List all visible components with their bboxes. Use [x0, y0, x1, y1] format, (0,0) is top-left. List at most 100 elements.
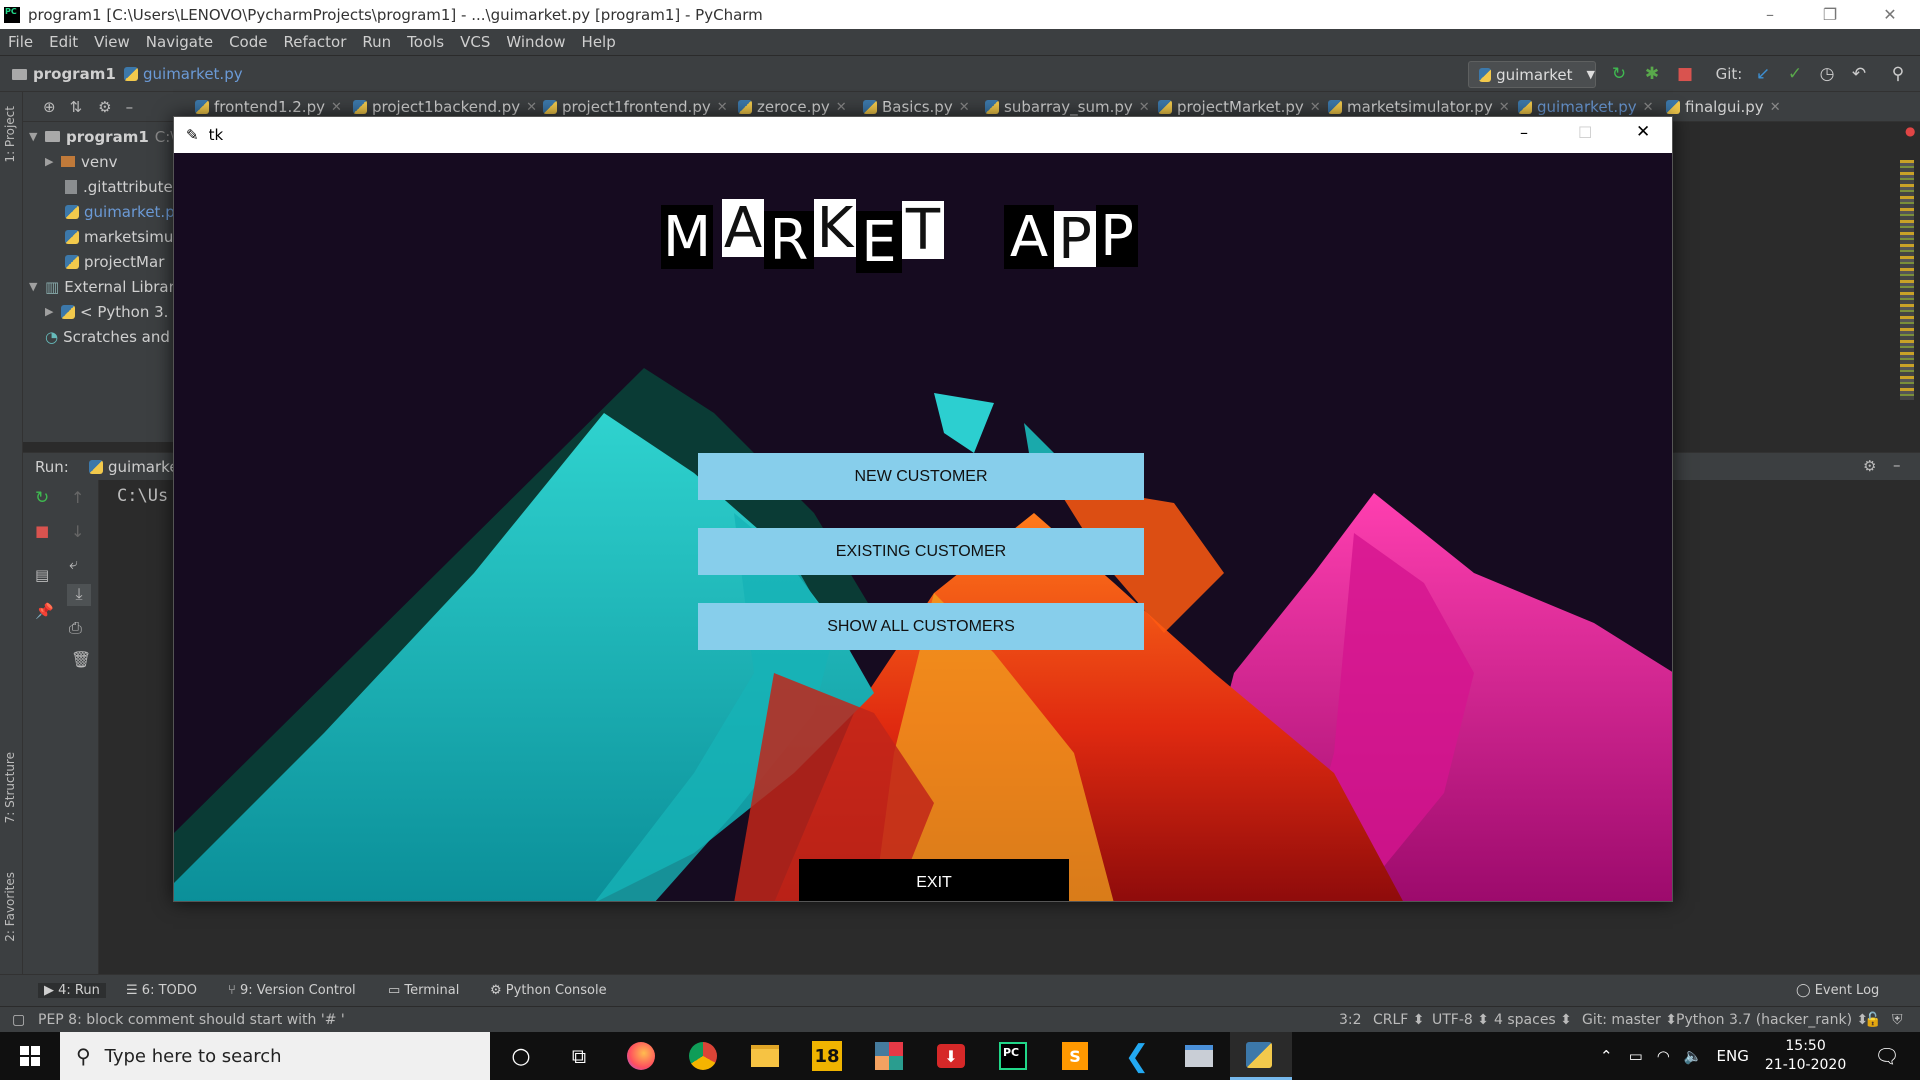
- exit-button[interactable]: EXIT: [799, 859, 1069, 901]
- python-tk-taskbar-icon[interactable]: [1230, 1032, 1292, 1080]
- menu-file[interactable]: File: [8, 33, 33, 51]
- chrome-icon[interactable]: [672, 1032, 734, 1080]
- menu-view[interactable]: View: [94, 33, 130, 51]
- git-update-icon[interactable]: ↙: [1754, 65, 1772, 83]
- menu-code[interactable]: Code: [229, 33, 267, 51]
- notifications-icon[interactable]: 🗨: [1874, 1044, 1899, 1068]
- tab-version-control[interactable]: ⑂ 9: Version Control: [228, 983, 356, 998]
- memory-icon[interactable]: ⛨: [1892, 1012, 1903, 1028]
- menu-refactor[interactable]: Refactor: [283, 33, 346, 51]
- search-icon[interactable]: ⚲: [1889, 65, 1907, 83]
- editor-tab[interactable]: project1frontend.py ✕: [543, 98, 728, 116]
- menu-tools[interactable]: Tools: [407, 33, 444, 51]
- down-arrow-icon[interactable]: ↓: [71, 522, 84, 541]
- pycharm-taskbar-icon[interactable]: PC: [982, 1032, 1044, 1080]
- hide-panel-icon[interactable]: –: [1893, 456, 1901, 474]
- vscode-icon[interactable]: ❮: [1106, 1032, 1168, 1080]
- close-button[interactable]: ✕: [1860, 0, 1920, 29]
- colorful-app-icon[interactable]: [858, 1032, 920, 1080]
- app-window-icon[interactable]: [1168, 1032, 1230, 1080]
- print-icon[interactable]: ⎙: [69, 618, 82, 638]
- tree-item[interactable]: ▶ < Python 3.: [45, 299, 168, 324]
- existing-customer-button[interactable]: EXISTING CUSTOMER: [698, 528, 1144, 575]
- breadcrumb-file[interactable]: guimarket.py: [124, 65, 243, 83]
- tab-todo[interactable]: ☰ 6: TODO: [126, 983, 197, 998]
- editor-tab[interactable]: frontend1.2.py ✕: [195, 98, 342, 116]
- close-tab-icon[interactable]: ✕: [1770, 100, 1781, 115]
- locate-icon[interactable]: ⊕: [43, 98, 56, 116]
- line-separator[interactable]: CRLF ⬍: [1373, 1012, 1425, 1028]
- close-tab-icon[interactable]: ✕: [1139, 100, 1150, 115]
- start-button[interactable]: [0, 1032, 60, 1080]
- editor-tab[interactable]: zeroce.py ✕: [738, 98, 847, 116]
- tab-favorites[interactable]: 2: Favorites: [3, 872, 17, 942]
- editor-tab[interactable]: subarray_sum.py ✕: [985, 98, 1150, 116]
- taskbar-search[interactable]: ⚲ Type here to search: [60, 1032, 490, 1080]
- gear-icon[interactable]: ⚙: [1863, 457, 1876, 475]
- tab-terminal[interactable]: ▭ Terminal: [388, 983, 459, 998]
- run-config-tab[interactable]: guimarke: [89, 458, 179, 476]
- tab-structure[interactable]: 7: Structure: [3, 752, 17, 823]
- tree-item[interactable]: projectMar: [65, 249, 164, 274]
- input-language[interactable]: ENG: [1717, 1047, 1749, 1065]
- show-all-customers-button[interactable]: SHOW ALL CUSTOMERS: [698, 603, 1144, 650]
- tab-project[interactable]: 1: Project: [3, 106, 17, 163]
- close-tab-icon[interactable]: ✕: [526, 100, 537, 115]
- git-commit-icon[interactable]: ✓: [1786, 65, 1804, 83]
- menu-vcs[interactable]: VCS: [460, 33, 490, 51]
- tree-item[interactable]: marketsimu: [65, 224, 173, 249]
- stop-icon[interactable]: ■: [35, 522, 49, 540]
- close-tab-icon[interactable]: ✕: [331, 100, 342, 115]
- hide-icon[interactable]: –: [126, 98, 134, 116]
- menu-window[interactable]: Window: [506, 33, 565, 51]
- layout-icon[interactable]: ▤: [35, 566, 49, 584]
- caret-position[interactable]: 3:2: [1339, 1012, 1362, 1028]
- tab-python-console[interactable]: ⚙ Python Console: [490, 983, 607, 998]
- tk-close-icon[interactable]: ✕: [1636, 122, 1650, 142]
- lock-icon[interactable]: 🔓: [1864, 1012, 1881, 1028]
- tab-run[interactable]: ▶ 4: Run: [38, 983, 106, 998]
- file-encoding[interactable]: UTF-8 ⬍: [1432, 1012, 1489, 1028]
- tk-minimize-icon[interactable]: –: [1520, 123, 1528, 142]
- editor-tab[interactable]: Basics.py ✕: [863, 98, 970, 116]
- editor-tab[interactable]: finalgui.py ✕: [1666, 98, 1781, 116]
- python-interpreter[interactable]: Python 3.7 (hacker_rank) ⬍: [1676, 1012, 1868, 1028]
- file-explorer-icon[interactable]: [734, 1032, 796, 1080]
- collapse-icon[interactable]: ⇅: [70, 98, 83, 116]
- editor-tab-active[interactable]: guimarket.py ✕: [1518, 98, 1654, 116]
- status-toggle-icon[interactable]: ▢: [12, 1012, 25, 1028]
- editor-tab[interactable]: marketsimulator.py ✕: [1328, 98, 1510, 116]
- minimize-button[interactable]: –: [1740, 0, 1800, 29]
- up-arrow-icon[interactable]: ↑: [71, 488, 84, 507]
- new-customer-button[interactable]: NEW CUSTOMER: [698, 453, 1144, 500]
- gear-icon[interactable]: ⚙: [98, 98, 111, 116]
- stop-icon[interactable]: ■: [1676, 65, 1694, 83]
- menu-navigate[interactable]: Navigate: [146, 33, 213, 51]
- tab-event-log[interactable]: ◯ Event Log: [1796, 983, 1879, 998]
- task-view-icon[interactable]: ⧉: [548, 1032, 610, 1080]
- close-tab-icon[interactable]: ✕: [1310, 100, 1321, 115]
- chevron-up-icon[interactable]: ⌃: [1600, 1047, 1613, 1065]
- breadcrumb-project[interactable]: program1 ›: [12, 65, 132, 83]
- soft-wrap-icon[interactable]: ⤶: [69, 554, 78, 574]
- wifi-icon[interactable]: ◠: [1657, 1047, 1670, 1065]
- tree-item[interactable]: guimarket.p: [65, 199, 173, 224]
- rerun-icon[interactable]: ↻: [1610, 65, 1628, 83]
- tree-item[interactable]: ▶ venv: [45, 149, 118, 174]
- close-tab-icon[interactable]: ✕: [1643, 100, 1654, 115]
- close-tab-icon[interactable]: ✕: [959, 100, 970, 115]
- sublime-text-icon[interactable]: S: [1044, 1032, 1106, 1080]
- close-tab-icon[interactable]: ✕: [836, 100, 847, 115]
- scroll-to-end-icon[interactable]: ⤓: [67, 584, 91, 606]
- rollback-icon[interactable]: ↶: [1850, 65, 1868, 83]
- tree-item[interactable]: ▼ ▥ External Librar: [29, 274, 173, 299]
- menu-run[interactable]: Run: [362, 33, 391, 51]
- editor-tab[interactable]: projectMarket.py ✕: [1158, 98, 1321, 116]
- cortana-icon[interactable]: ○: [490, 1032, 552, 1080]
- indent-setting[interactable]: 4 spaces ⬍: [1494, 1012, 1572, 1028]
- debug-icon[interactable]: ✱: [1643, 65, 1661, 83]
- run-config-dropdown[interactable]: guimarket ▼: [1468, 61, 1596, 88]
- error-stripe[interactable]: [1900, 160, 1914, 400]
- menu-edit[interactable]: Edit: [49, 33, 78, 51]
- pin-icon[interactable]: 📌: [35, 602, 54, 620]
